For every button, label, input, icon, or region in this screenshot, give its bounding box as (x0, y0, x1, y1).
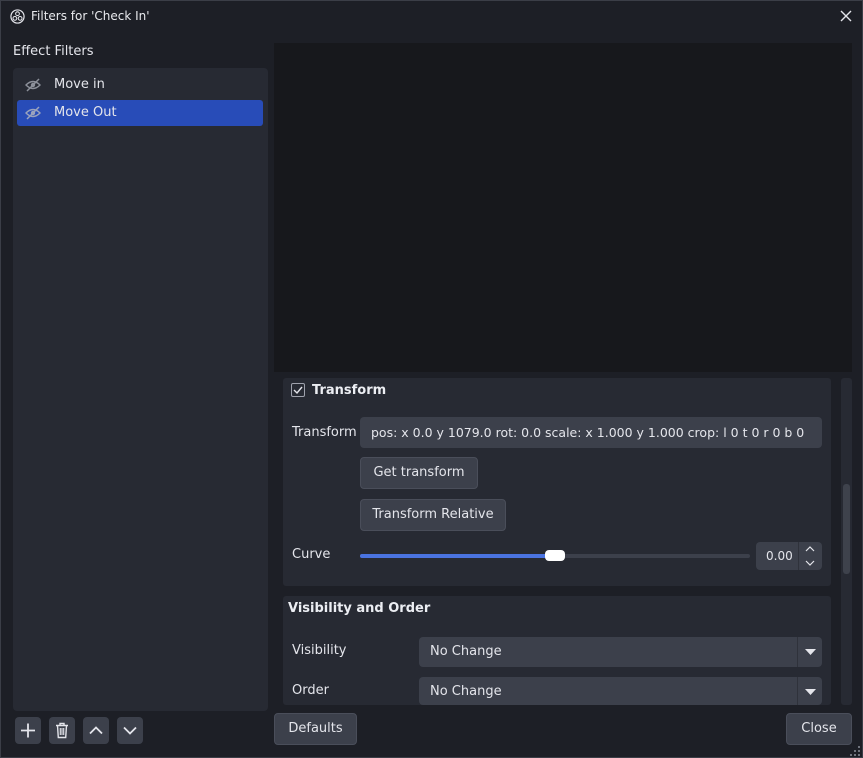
triangle-down-icon (805, 689, 816, 695)
visibility-select[interactable]: No Change (419, 637, 822, 667)
spin-down-button[interactable] (798, 556, 822, 570)
trash-icon (56, 722, 68, 739)
filter-item-move-in[interactable]: Move in (17, 72, 263, 98)
spinbox-divider (798, 542, 799, 570)
order-label: Order (292, 683, 329, 698)
order-dropdown-toggle[interactable] (797, 677, 822, 705)
chevron-up-icon (805, 546, 815, 552)
transform-relative-label: Transform Relative (372, 507, 494, 522)
filter-list: Move in Move Out (13, 68, 268, 711)
filter-item-label: Move in (54, 77, 105, 92)
visibility-value: No Change (430, 644, 502, 659)
eye-hidden-icon[interactable] (25, 78, 41, 92)
transform-value-field[interactable]: pos: x 0.0 y 1079.0 rot: 0.0 scale: x 1.… (360, 417, 822, 448)
eye-hidden-icon[interactable] (25, 106, 41, 120)
transform-group-title: Transform (312, 383, 387, 398)
get-transform-label: Get transform (373, 465, 465, 480)
filter-item-move-out[interactable]: Move Out (17, 100, 263, 126)
title-bar: Filters for 'Check In' (1, 1, 862, 32)
source-preview (274, 43, 852, 372)
transform-value-text: pos: x 0.0 y 1079.0 rot: 0.0 scale: x 1.… (371, 425, 805, 440)
checkmark-icon (293, 386, 303, 395)
curve-slider-handle[interactable] (545, 550, 565, 561)
close-button[interactable]: Close (786, 713, 852, 745)
visibility-order-title: Visibility and Order (288, 601, 431, 616)
curve-value: 0.00 (766, 549, 793, 563)
curve-label: Curve (292, 547, 331, 562)
filters-dialog: Filters for 'Check In' Effect Filters Mo… (0, 0, 863, 758)
filter-item-label: Move Out (54, 105, 117, 120)
resize-grip-icon[interactable] (849, 745, 861, 757)
close-icon[interactable] (838, 8, 854, 24)
curve-spinbox[interactable]: 0.00 (756, 542, 822, 570)
triangle-down-icon (805, 649, 816, 655)
defaults-button[interactable]: Defaults (274, 713, 357, 745)
get-transform-button[interactable]: Get transform (360, 457, 478, 489)
move-up-button[interactable] (83, 717, 109, 744)
plus-icon (21, 723, 35, 738)
visibility-dropdown-toggle[interactable] (797, 637, 822, 667)
move-down-button[interactable] (117, 717, 143, 744)
properties-scrollbar-thumb[interactable] (843, 484, 850, 574)
transform-label: Transform (292, 425, 357, 440)
chevron-down-icon (123, 726, 137, 735)
window-title: Filters for 'Check In' (31, 9, 150, 23)
order-value: No Change (430, 684, 502, 699)
visibility-label: Visibility (292, 643, 347, 658)
curve-slider-fill (360, 554, 555, 558)
chevron-down-icon (805, 560, 815, 566)
add-filter-button[interactable] (15, 717, 41, 744)
close-label: Close (801, 721, 837, 736)
effect-filters-label: Effect Filters (13, 44, 94, 59)
chevron-up-icon (89, 726, 103, 735)
defaults-label: Defaults (288, 721, 343, 736)
spin-up-button[interactable] (798, 542, 822, 556)
obs-logo-icon (10, 9, 25, 24)
remove-filter-button[interactable] (49, 717, 75, 744)
order-select[interactable]: No Change (419, 677, 822, 705)
transform-relative-button[interactable]: Transform Relative (360, 499, 506, 531)
transform-enable-checkbox[interactable] (291, 383, 305, 397)
